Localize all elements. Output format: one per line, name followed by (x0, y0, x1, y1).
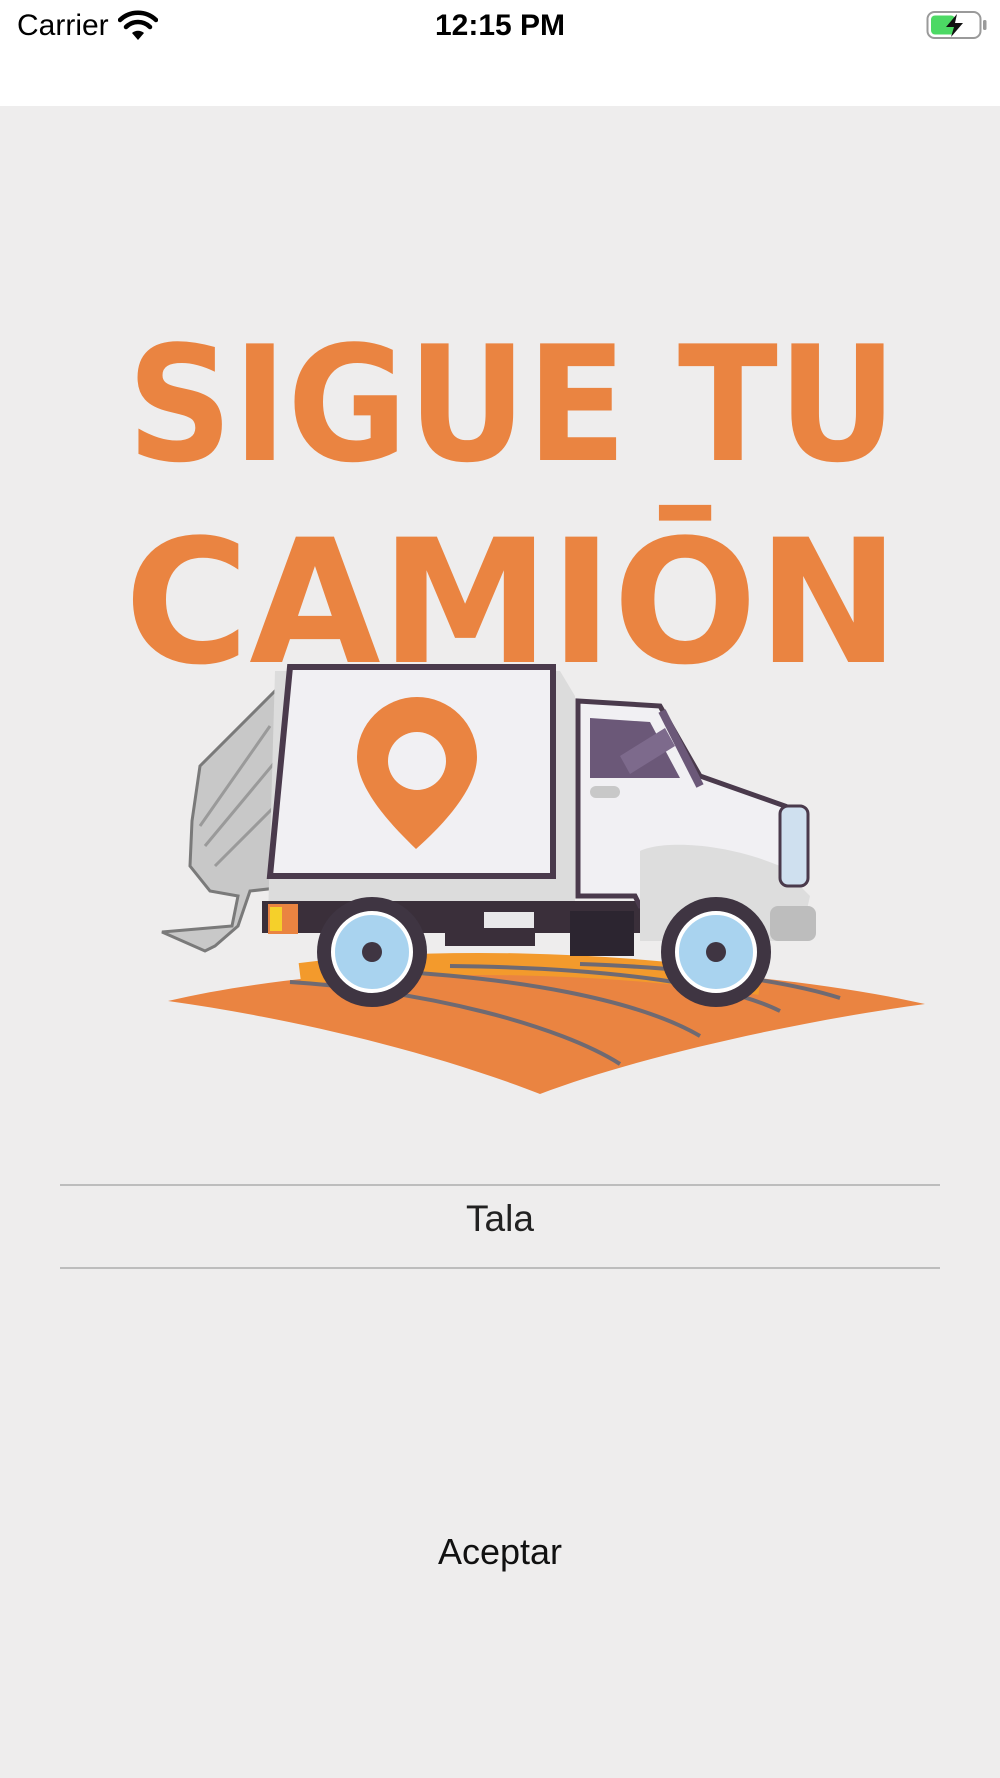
picker-bottom-divider (60, 1267, 940, 1269)
accept-button[interactable]: Aceptar (350, 1517, 650, 1587)
road-graphic (168, 952, 925, 1094)
sigue-tu-camion-logo: SIGUE TU CAMIŌN (125, 311, 925, 1094)
logo-line-1: SIGUE TU (127, 311, 897, 498)
status-time: 12:15 PM (434, 9, 566, 42)
battery-charging-icon (926, 11, 987, 39)
rear-wheel (317, 897, 427, 1007)
front-wheel (661, 897, 771, 1007)
picker-selected-option[interactable]: Tala (60, 1184, 940, 1254)
main-content: SIGUE TU CAMIŌN Tala Aceptar (0, 106, 1000, 1778)
status-bar: Carrier 12:15 PM (0, 0, 1000, 106)
